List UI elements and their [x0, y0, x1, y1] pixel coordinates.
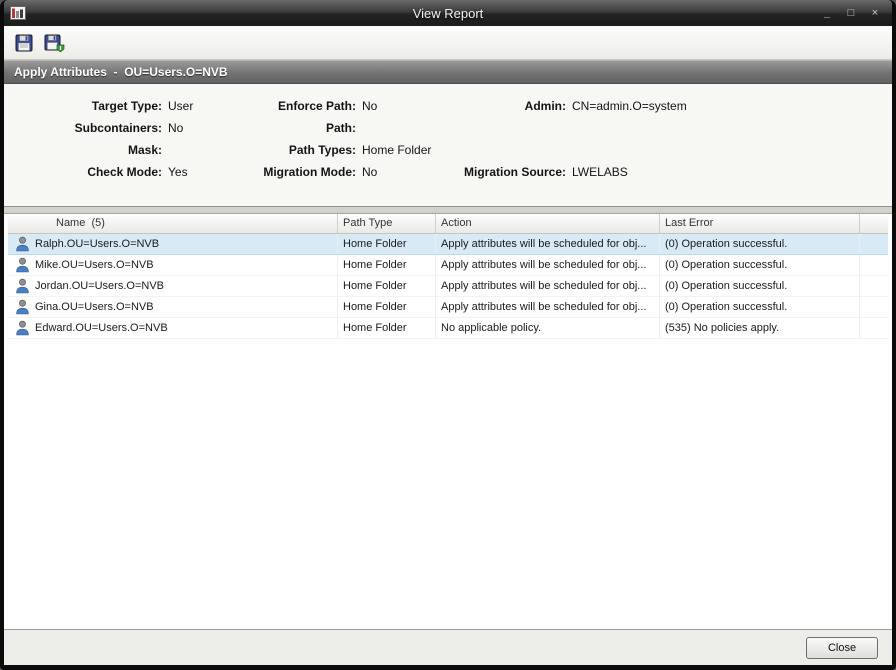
field-value-subcontainers: No — [168, 121, 184, 135]
spacer-cell — [860, 318, 888, 338]
field-label-migration-source: Migration Source: — [463, 165, 566, 179]
action-cell: Apply attributes will be scheduled for o… — [436, 255, 660, 275]
field-label-empty — [456, 140, 566, 162]
name-cell: Edward.OU=Users.O=NVB — [8, 318, 338, 338]
field-label-enforce-path: Enforce Path: — [277, 99, 356, 113]
path-type-cell: Home Folder — [338, 255, 436, 275]
spacer-cell — [860, 297, 888, 317]
name-cell: Jordan.OU=Users.O=NVB — [8, 276, 338, 296]
save-report-button[interactable] — [12, 31, 36, 55]
summary-row: Subcontainers: No Path: — [12, 118, 884, 140]
user-icon — [16, 299, 29, 315]
window-content: Apply Attributes - OU=Users.O=NVB Target… — [4, 26, 892, 665]
column-header-path-type[interactable]: Path Type — [338, 214, 436, 233]
action-cell: Apply attributes will be scheduled for o… — [436, 297, 660, 317]
close-window-button[interactable]: × — [868, 8, 882, 19]
user-icon — [16, 257, 29, 273]
column-header-last-error[interactable]: Last Error — [660, 214, 860, 233]
path-type-cell: Home Folder — [338, 234, 436, 254]
save-as-icon — [44, 34, 64, 52]
field-value-admin: CN=admin.O=system — [572, 99, 687, 113]
user-icon — [16, 236, 29, 252]
last-error-cell: (535) No policies apply. — [660, 318, 860, 338]
field-label-migration-mode: Migration Mode: — [263, 165, 356, 179]
field-value-mask — [168, 140, 244, 162]
save-icon — [15, 34, 32, 51]
table-row[interactable]: Mike.OU=Users.O=NVB Home Folder Apply at… — [8, 255, 888, 276]
spacer-cell — [860, 276, 888, 296]
path-type-cell: Home Folder — [338, 276, 436, 296]
toolbar — [4, 26, 892, 60]
field-value-empty — [572, 118, 884, 140]
footer-bar: Close — [4, 629, 892, 665]
name-cell: Ralph.OU=Users.O=NVB — [8, 234, 338, 254]
table-header: Name (5) Path Type Action Last Error — [8, 214, 888, 234]
field-label-empty — [456, 118, 566, 140]
last-error-cell: (0) Operation successful. — [660, 297, 860, 317]
results-table: Name (5) Path Type Action Last Error Ral… — [4, 214, 892, 629]
field-value-migration-mode: No — [362, 165, 378, 179]
save-as-report-button[interactable] — [42, 31, 66, 55]
separator-band — [4, 206, 892, 214]
table-row[interactable]: Jordan.OU=Users.O=NVB Home Folder Apply … — [8, 276, 888, 297]
field-value-migration-source: LWELABS — [572, 165, 628, 179]
last-error-cell: (0) Operation successful. — [660, 234, 860, 254]
field-value-target-type: User — [168, 99, 194, 113]
maximize-button[interactable]: □ — [844, 8, 858, 19]
title-bar: View Report _ □ × — [4, 0, 892, 26]
spacer-cell — [860, 255, 888, 275]
last-error-cell: (0) Operation successful. — [660, 276, 860, 296]
field-label-admin: Admin: — [524, 99, 566, 113]
last-error-cell: (0) Operation successful. — [660, 255, 860, 275]
report-header-title: Apply Attributes - OU=Users.O=NVB — [14, 65, 228, 79]
field-label-target-type: Target Type: — [91, 99, 162, 113]
object-name: Mike.OU=Users.O=NVB — [35, 259, 154, 271]
summary-row: Mask: Path Types: Home Folder — [12, 140, 884, 162]
summary-panel: Target Type: User Enforce Path: No Admin… — [4, 84, 892, 206]
object-name: Jordan.OU=Users.O=NVB — [35, 280, 164, 292]
user-icon — [16, 320, 29, 336]
field-value-path — [362, 118, 450, 140]
field-label-path-types: Path Types: — [288, 143, 356, 157]
column-header-action[interactable]: Action — [436, 214, 660, 233]
object-name: Ralph.OU=Users.O=NVB — [35, 238, 160, 250]
field-value-path-types: Home Folder — [362, 143, 432, 157]
user-icon — [16, 278, 29, 294]
action-cell: Apply attributes will be scheduled for o… — [436, 234, 660, 254]
summary-row: Check Mode: Yes Migration Mode: No Migra… — [12, 162, 884, 184]
field-value-empty — [572, 140, 884, 162]
view-report-window: View Report _ □ × Apply Attributes - OU=… — [0, 0, 896, 670]
app-icon — [10, 6, 26, 20]
close-button[interactable]: Close — [806, 636, 878, 659]
path-type-cell: Home Folder — [338, 297, 436, 317]
field-label-mask: Mask: — [127, 143, 162, 157]
object-name: Edward.OU=Users.O=NVB — [35, 322, 168, 334]
object-name: Gina.OU=Users.O=NVB — [35, 301, 154, 313]
spacer-cell — [860, 234, 888, 254]
table-row[interactable]: Edward.OU=Users.O=NVB Home Folder No app… — [8, 318, 888, 339]
summary-row: Target Type: User Enforce Path: No Admin… — [12, 96, 884, 118]
table-row[interactable]: Gina.OU=Users.O=NVB Home Folder Apply at… — [8, 297, 888, 318]
path-type-cell: Home Folder — [338, 318, 436, 338]
name-cell: Mike.OU=Users.O=NVB — [8, 255, 338, 275]
action-cell: Apply attributes will be scheduled for o… — [436, 276, 660, 296]
field-label-subcontainers: Subcontainers: — [74, 121, 162, 135]
action-cell: No applicable policy. — [436, 318, 660, 338]
name-cell: Gina.OU=Users.O=NVB — [8, 297, 338, 317]
field-value-enforce-path: No — [362, 99, 378, 113]
field-label-path: Path: — [326, 121, 356, 135]
table-row[interactable]: Ralph.OU=Users.O=NVB Home Folder Apply a… — [8, 234, 888, 255]
column-header-spacer — [860, 214, 888, 233]
report-header: Apply Attributes - OU=Users.O=NVB — [4, 60, 892, 84]
window-title: View Report — [412, 5, 484, 21]
field-label-check-mode: Check Mode: — [87, 165, 162, 179]
column-header-name[interactable]: Name (5) — [8, 214, 338, 233]
window-controls: _ □ × — [820, 0, 882, 26]
field-value-check-mode: Yes — [168, 165, 188, 179]
minimize-button[interactable]: _ — [820, 8, 834, 19]
